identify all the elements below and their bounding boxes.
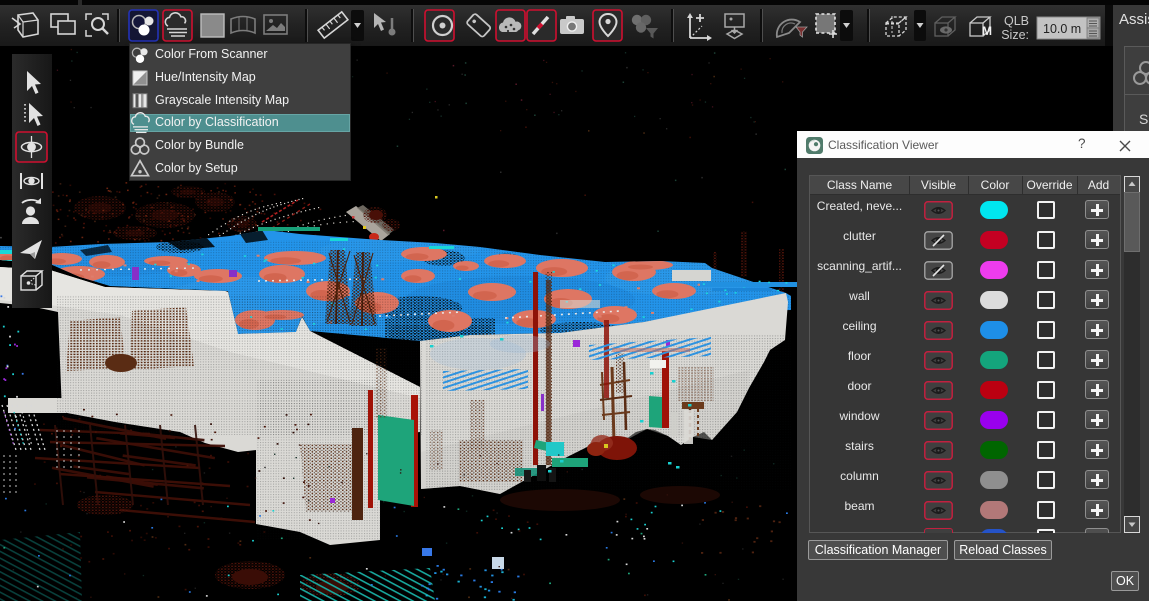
svg-text:QLB: QLB [1004,14,1029,28]
svg-text:10.0 m: 10.0 m [1043,22,1081,36]
svg-text:M: M [982,24,992,38]
svg-text:Size:: Size: [1001,28,1029,42]
